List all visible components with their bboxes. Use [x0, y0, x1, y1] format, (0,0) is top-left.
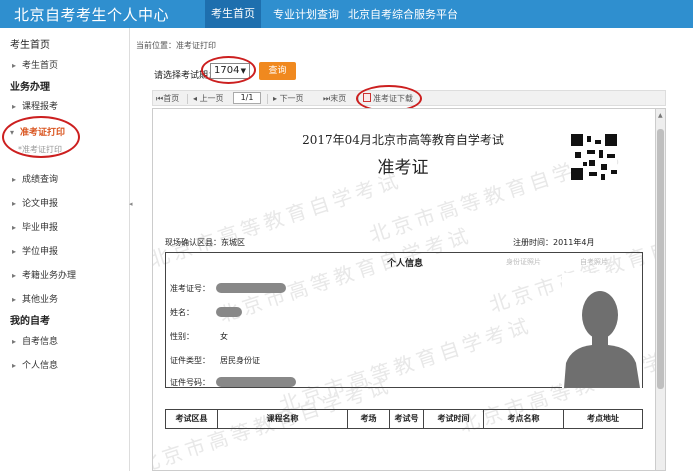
- chevron-right-icon: ▸: [12, 337, 17, 346]
- sidebar-item-label: 课程报考: [22, 102, 59, 112]
- field-label-gender: 性别：: [170, 332, 194, 341]
- sidebar-item-score-query[interactable]: ▸ 成绩查询: [12, 172, 58, 185]
- field-label-name: 姓名：: [170, 308, 194, 317]
- sidebar-home-heading[interactable]: 考生首页: [10, 36, 50, 51]
- last-page-button[interactable]: ⏭末页: [323, 93, 346, 104]
- chevron-right-icon: ▸: [12, 199, 17, 208]
- sidebar-item-exam-record[interactable]: ▸ 考籍业务办理: [12, 268, 76, 281]
- field-value-gender: 女: [220, 332, 228, 341]
- site-title: 北京自考考生个人中心: [14, 6, 170, 24]
- scroll-up-icon[interactable]: ▲: [658, 112, 663, 119]
- sidebar-item-thesis[interactable]: ▸ 论文申报: [12, 196, 58, 209]
- annotation-circle: [2, 116, 80, 158]
- main-content: 当前位置：准考证打印 请选择考试期： 1704 ▼ 查询 ⏮首页 ◂ 上一页 1/…: [132, 28, 693, 471]
- first-page-label: 首页: [163, 94, 180, 103]
- sidebar-item-personal-info[interactable]: ▸ 个人信息: [12, 358, 58, 371]
- region-label: 现场确认区县：东城区: [165, 238, 245, 247]
- table-header: 考试区县: [166, 410, 218, 428]
- breadcrumb: 当前位置：准考证打印: [136, 41, 216, 50]
- sidebar-item-course-register[interactable]: ▸ 课程报考: [12, 99, 58, 112]
- sidebar-item-label: 其他业务: [22, 295, 59, 305]
- sidebar-item-graduation[interactable]: ▸ 毕业申报: [12, 220, 58, 233]
- annotation-circle: [201, 56, 256, 84]
- course-table: 考试区县 课程名称 考场 考试号 考试时间 考点名称 考点地址: [165, 409, 643, 429]
- sidebar-item-exam-info[interactable]: ▸ 自考信息: [12, 334, 58, 347]
- sidebar-item-label: 自考信息: [22, 337, 59, 347]
- chevron-right-icon: ▸: [12, 295, 17, 304]
- sidebar-item-other[interactable]: ▸ 其他业务: [12, 292, 58, 305]
- table-header: 考场: [348, 410, 390, 428]
- qr-code-icon: [571, 134, 617, 180]
- sidebar-item-label: 毕业申报: [22, 223, 59, 233]
- prev-page-label: 上一页: [199, 94, 224, 103]
- sidebar-group-business: 业务办理: [10, 82, 50, 93]
- candidate-photo: [562, 273, 642, 388]
- scrollbar-thumb[interactable]: [657, 129, 664, 389]
- personal-info-header: 个人信息: [386, 259, 423, 269]
- redacted-value: [216, 283, 286, 293]
- sidebar-item-home[interactable]: ▸ 考生首页: [12, 58, 58, 71]
- field-label-id-type: 证件类型：: [170, 356, 210, 365]
- toolbar-divider: [187, 94, 188, 104]
- sidebar: 考生首页 ▸ 考生首页 业务办理 ▸ 课程报考 ▾ 准考证打印 *准考证打印 ▸ 成绩查…: [0, 28, 130, 471]
- chevron-right-icon: ▸: [12, 361, 17, 370]
- table-header: 考点名称: [484, 410, 564, 428]
- table-header: 考试号: [390, 410, 424, 428]
- sidebar-item-label: 学位申报: [22, 247, 59, 257]
- registration-date: 注册时间：2011年4月: [513, 238, 595, 247]
- redacted-value: [216, 377, 296, 387]
- field-value-id-type: 居民身份证: [220, 356, 260, 365]
- nav-home[interactable]: 考生首页: [205, 0, 261, 28]
- vertical-scrollbar[interactable]: ▲: [655, 109, 665, 470]
- table-header: 课程名称: [218, 410, 348, 428]
- chevron-right-icon: ▸: [12, 247, 17, 256]
- field-label-admission-no: 准考证号：: [170, 284, 210, 293]
- nav-major-plan[interactable]: 专业计划查询: [273, 6, 339, 22]
- nav-service-platform[interactable]: 北京自考综合服务平台: [348, 6, 458, 22]
- sidebar-item-label: 考生首页: [22, 61, 59, 71]
- field-label-id-number: 证件号码：: [170, 378, 210, 387]
- query-button[interactable]: 查询: [259, 62, 296, 80]
- sidebar-item-label: 成绩查询: [22, 175, 59, 185]
- exam-photo-label: 自考照片: [580, 258, 608, 266]
- last-page-label: 末页: [330, 94, 347, 103]
- next-page-button[interactable]: ▸ 下一页: [273, 93, 304, 104]
- sidebar-item-label: 论文申报: [22, 199, 59, 209]
- sidebar-item-degree[interactable]: ▸ 学位申报: [12, 244, 58, 257]
- sidebar-item-label: 个人信息: [22, 361, 59, 371]
- id-photo-label: 身份证照片: [506, 258, 541, 266]
- sidebar-item-label: 考籍业务办理: [22, 271, 77, 281]
- first-page-button[interactable]: ⏮首页: [156, 93, 179, 104]
- chevron-right-icon: ▸: [12, 61, 17, 70]
- document-viewer[interactable]: 北京市高等教育自学考试 北京市高等教育自学考试 北京市高等教育自学考试 北京市高…: [152, 108, 666, 471]
- sidebar-group-my-exam: 我的自考: [10, 316, 50, 327]
- table-header: 考点地址: [587, 414, 619, 423]
- redacted-value: [216, 307, 242, 317]
- toolbar-divider: [267, 94, 268, 104]
- chevron-right-icon: ▸: [12, 223, 17, 232]
- personal-info-box: 个人信息 身份证照片 自考照片 准考证号： 姓名： 性别： 女 证件类型： 居民…: [165, 252, 643, 388]
- page-number-input[interactable]: 1/1: [233, 92, 261, 104]
- table-header: 考试时间: [424, 410, 484, 428]
- chevron-right-icon: ▸: [12, 175, 17, 184]
- prev-page-button[interactable]: ◂ 上一页: [193, 93, 224, 104]
- chevron-right-icon: ▸: [12, 102, 17, 111]
- top-header: 北京自考考生个人中心 考生首页 专业计划查询 北京自考综合服务平台: [0, 0, 693, 28]
- next-page-label: 下一页: [279, 94, 304, 103]
- chevron-right-icon: ▸: [12, 271, 17, 280]
